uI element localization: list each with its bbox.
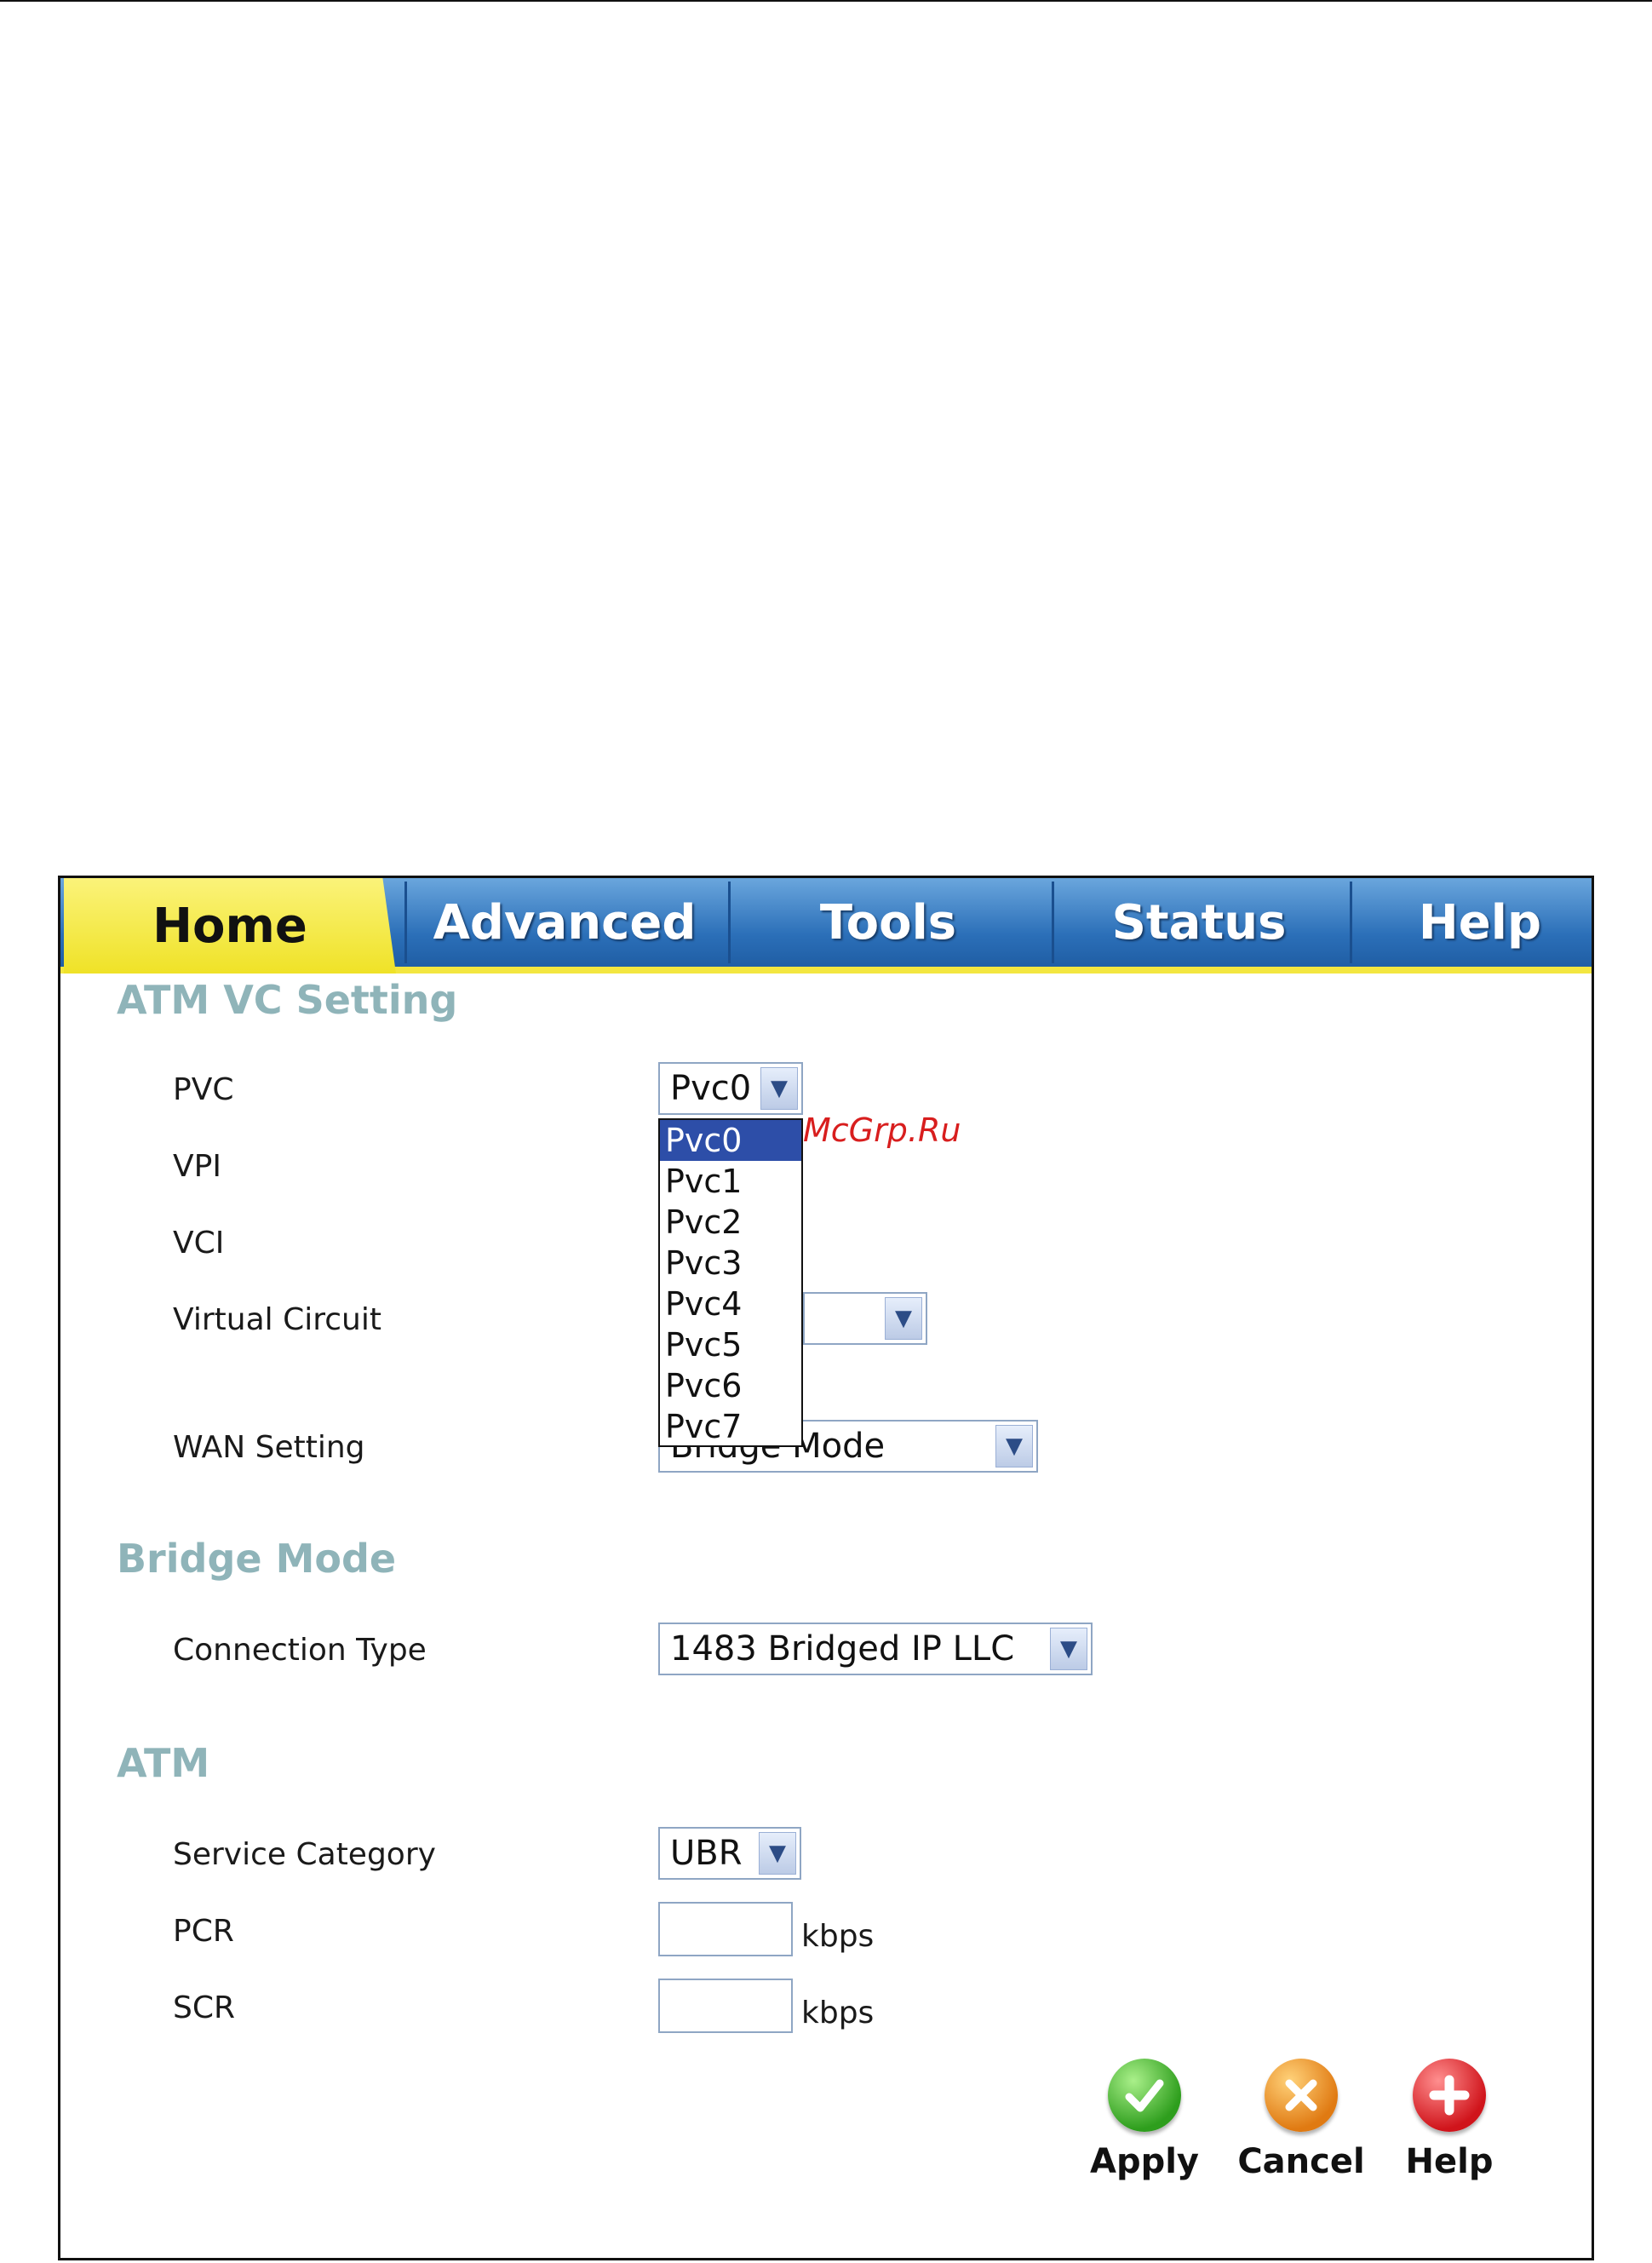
x-icon[interactable] bbox=[1265, 2059, 1338, 2132]
router-config-panel: Home Advanced Tools Status Help ATM VC S… bbox=[58, 876, 1594, 2260]
plus-icon[interactable] bbox=[1413, 2059, 1486, 2132]
pvc-option[interactable]: Pvc7 bbox=[660, 1406, 801, 1447]
pvc-option[interactable]: Pvc0 bbox=[660, 1120, 801, 1161]
chevron-down-icon[interactable]: ▼ bbox=[885, 1297, 922, 1340]
wan-setting-label: WAN Setting bbox=[173, 1430, 365, 1465]
tab-advanced[interactable]: Advanced bbox=[404, 882, 722, 963]
pcr-label: PCR bbox=[173, 1914, 234, 1949]
tab-bar: Home Advanced Tools Status Help bbox=[60, 878, 1592, 974]
pvc-label: PVC bbox=[173, 1072, 234, 1107]
connection-type-select[interactable]: 1483 Bridged IP LLC ▼ bbox=[658, 1623, 1093, 1675]
top-rule bbox=[0, 0, 1652, 2]
pvc-dropdown-list: Pvc0 Pvc1 Pvc2 Pvc3 Pvc4 Pvc5 Pvc6 Pvc7 bbox=[658, 1118, 803, 1447]
check-icon[interactable] bbox=[1108, 2059, 1181, 2132]
pvc-option[interactable]: Pvc4 bbox=[660, 1284, 801, 1324]
scr-input[interactable] bbox=[658, 1979, 793, 2033]
apply-button[interactable]: Apply bbox=[1081, 2059, 1208, 2181]
watermark-text: McGrp.Ru bbox=[803, 1111, 961, 1149]
pcr-unit: kbps bbox=[801, 1919, 875, 1954]
service-category-label: Service Category bbox=[173, 1837, 436, 1872]
help-button[interactable]: Help bbox=[1385, 2059, 1513, 2181]
bridge-mode-title: Bridge Mode bbox=[117, 1536, 397, 1582]
atm-title: ATM bbox=[117, 1740, 210, 1786]
atm-vc-setting-title: ATM VC Setting bbox=[117, 977, 458, 1023]
cancel-button[interactable]: Cancel bbox=[1237, 2059, 1365, 2181]
tab-tools[interactable]: Tools bbox=[728, 882, 1046, 963]
pvc-option[interactable]: Pvc3 bbox=[660, 1243, 801, 1284]
scr-unit: kbps bbox=[801, 1996, 875, 2030]
scr-label: SCR bbox=[173, 1990, 236, 2025]
pvc-select-value: Pvc0 bbox=[670, 1069, 752, 1108]
help-label: Help bbox=[1405, 2142, 1494, 2181]
pvc-option[interactable]: Pvc5 bbox=[660, 1324, 801, 1365]
tab-status[interactable]: Status bbox=[1052, 882, 1344, 963]
cancel-label: Cancel bbox=[1237, 2142, 1365, 2181]
tab-help[interactable]: Help bbox=[1350, 882, 1592, 963]
apply-label: Apply bbox=[1089, 2142, 1199, 2181]
connection-type-label: Connection Type bbox=[173, 1633, 427, 1668]
vci-label: VCI bbox=[173, 1226, 225, 1261]
service-category-value: UBR bbox=[670, 1834, 743, 1873]
vpi-label: VPI bbox=[173, 1149, 221, 1184]
pvc-option[interactable]: Pvc2 bbox=[660, 1202, 801, 1243]
pvc-select[interactable]: Pvc0 ▼ bbox=[658, 1062, 803, 1115]
chevron-down-icon[interactable]: ▼ bbox=[760, 1067, 798, 1110]
virtual-circuit-label: Virtual Circuit bbox=[173, 1302, 381, 1337]
pvc-option[interactable]: Pvc1 bbox=[660, 1161, 801, 1202]
chevron-down-icon[interactable]: ▼ bbox=[995, 1425, 1033, 1468]
pvc-option[interactable]: Pvc6 bbox=[660, 1365, 801, 1406]
tab-home[interactable]: Home bbox=[64, 878, 396, 974]
chevron-down-icon[interactable]: ▼ bbox=[1050, 1628, 1087, 1670]
chevron-down-icon[interactable]: ▼ bbox=[759, 1832, 796, 1875]
virtual-circuit-select[interactable]: ▼ bbox=[803, 1292, 927, 1345]
connection-type-value: 1483 Bridged IP LLC bbox=[670, 1629, 1015, 1669]
service-category-select[interactable]: UBR ▼ bbox=[658, 1827, 801, 1880]
pcr-input[interactable] bbox=[658, 1902, 793, 1956]
